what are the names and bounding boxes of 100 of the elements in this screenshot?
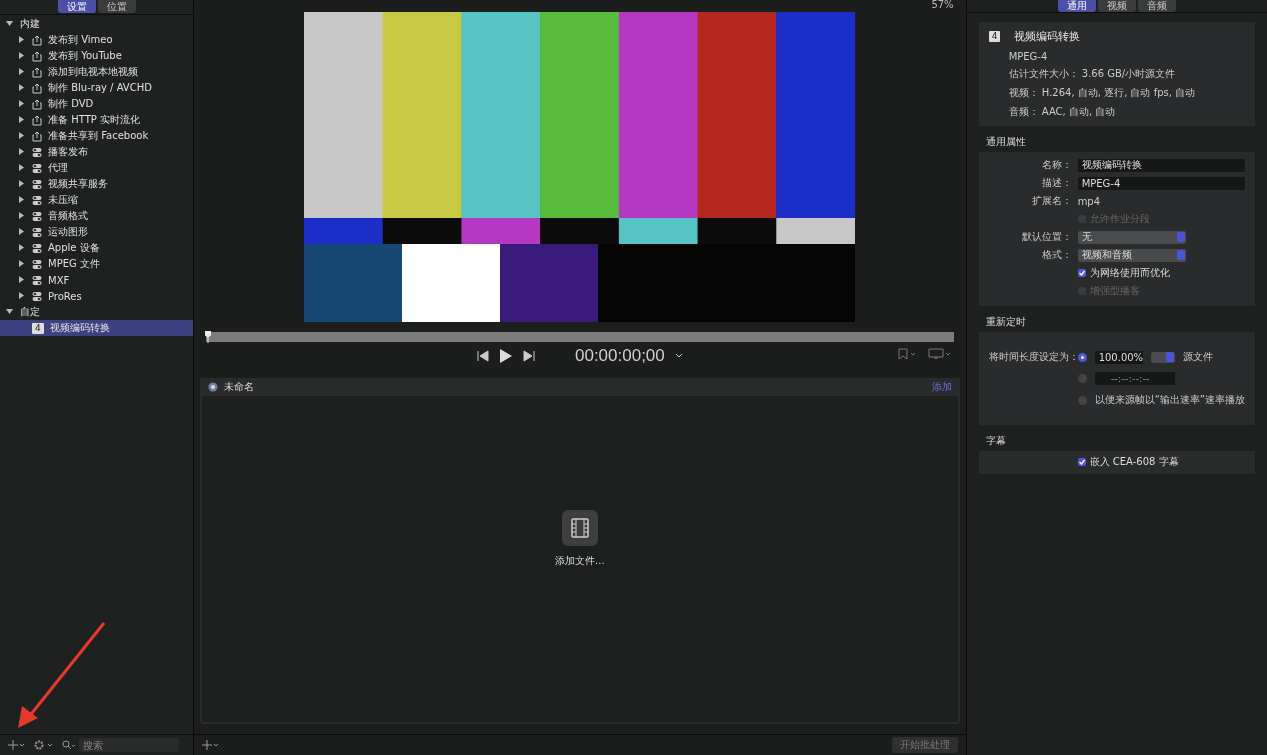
- preset-badge: 4: [32, 322, 44, 334]
- radio-button[interactable]: [1077, 352, 1087, 362]
- expanded-triangle-icon[interactable]: [6, 307, 13, 315]
- popup-menu[interactable]: 视频和音频: [1077, 248, 1186, 262]
- collapsed-triangle-icon[interactable]: [18, 67, 25, 75]
- preset-row[interactable]: 运动图形: [0, 224, 194, 240]
- preset-row[interactable]: 添加到电视本地视频: [0, 64, 194, 80]
- preset-row[interactable]: Apple 设备: [0, 240, 194, 256]
- preset-label: 代理: [48, 161, 68, 175]
- group-label[interactable]: 内建: [20, 17, 40, 31]
- checkbox-option[interactable]: 嵌入 CEA-608 字幕: [1077, 455, 1245, 469]
- preset-row[interactable]: 发布到 YouTube: [0, 48, 194, 64]
- stepper[interactable]: [1150, 351, 1175, 363]
- collapsed-triangle-icon[interactable]: [18, 259, 25, 267]
- preset-label: 发布到 Vimeo: [48, 33, 113, 47]
- preset-label: 发布到 YouTube: [48, 49, 122, 63]
- zoom-level[interactable]: 57%: [931, 0, 954, 10]
- toggle-stack-icon: [32, 274, 42, 286]
- collapsed-triangle-icon[interactable]: [18, 211, 25, 219]
- add-link[interactable]: 添加: [931, 380, 952, 394]
- section-title: 字幕: [984, 434, 1007, 448]
- group-label[interactable]: 自定: [20, 305, 40, 319]
- preset-label: 添加到电视本地视频: [48, 65, 138, 79]
- toggle-stack-icon: [32, 178, 42, 190]
- collapsed-triangle-icon[interactable]: [18, 83, 25, 91]
- collapsed-triangle-icon[interactable]: [18, 195, 25, 203]
- collapsed-triangle-icon[interactable]: [18, 99, 25, 107]
- section-title: 重新定时: [984, 315, 1027, 329]
- collapsed-triangle-icon[interactable]: [18, 243, 25, 251]
- collapsed-triangle-icon[interactable]: [18, 291, 25, 299]
- collapsed-triangle-icon[interactable]: [18, 131, 25, 139]
- share-icon: [32, 66, 42, 78]
- suffix-text: 源文件: [1182, 350, 1213, 364]
- collapsed-triangle-icon[interactable]: [18, 115, 25, 123]
- text-field[interactable]: MPEG-4: [1077, 176, 1245, 190]
- toggle-stack-icon: [32, 226, 42, 238]
- checkbox-option[interactable]: 为网络使用而优化: [1077, 266, 1245, 280]
- preset-row[interactable]: MXF: [0, 272, 194, 288]
- inspector-tab[interactable]: 通用: [1057, 0, 1096, 12]
- radio-label: 以便来源帧以“输出速率”速率播放: [1094, 393, 1245, 407]
- inspector-tab[interactable]: 音频: [1137, 0, 1176, 12]
- collapsed-triangle-icon[interactable]: [18, 51, 25, 59]
- toggle-stack-icon: [32, 194, 42, 206]
- field-value: mp4: [1077, 195, 1102, 207]
- format-text: MPEG-4: [1008, 51, 1049, 62]
- preset-row[interactable]: 发布到 Vimeo: [0, 32, 194, 48]
- preset-label: 未压缩: [48, 193, 78, 207]
- percent-field[interactable]: 100.00%: [1094, 350, 1143, 364]
- collapsed-triangle-icon[interactable]: [18, 163, 25, 171]
- sidebar-tab[interactable]: 位置: [97, 0, 136, 13]
- radio-button[interactable]: [1077, 395, 1087, 405]
- share-icon: [32, 130, 42, 142]
- radio-button[interactable]: [1077, 374, 1087, 383]
- preset-row[interactable]: 制作 DVD: [0, 96, 194, 112]
- add-menu-icon: [8, 740, 26, 750]
- collapsed-triangle-icon[interactable]: [18, 179, 25, 187]
- preset-row[interactable]: 4 视频编码转换: [0, 320, 194, 336]
- toggle-stack-icon: [32, 146, 42, 158]
- preset-row[interactable]: 准备共享到 Facebook: [0, 128, 194, 144]
- playhead[interactable]: [205, 331, 212, 343]
- share-icon: [32, 50, 42, 62]
- batch-title: 未命名: [224, 380, 256, 394]
- timecode-field[interactable]: --:--:--:--: [1094, 372, 1175, 385]
- collapsed-triangle-icon[interactable]: [18, 147, 25, 155]
- preset-label: 视频共享服务: [48, 177, 108, 191]
- text-field[interactable]: 视频编码转换: [1077, 158, 1245, 172]
- collapsed-triangle-icon[interactable]: [18, 35, 25, 43]
- preset-label: 播客发布: [48, 145, 88, 159]
- preset-row[interactable]: 播客发布: [0, 144, 194, 160]
- preset-row[interactable]: 准备 HTTP 实时流化: [0, 112, 194, 128]
- inspector-tab[interactable]: 视频: [1097, 0, 1136, 12]
- preset-row[interactable]: 未压缩: [0, 192, 194, 208]
- add-menu-icon: [202, 740, 221, 750]
- preset-row[interactable]: MPEG 文件: [0, 256, 194, 272]
- collapsed-triangle-icon[interactable]: [18, 227, 25, 235]
- preset-row[interactable]: 音频格式: [0, 208, 194, 224]
- expanded-triangle-icon[interactable]: [6, 19, 13, 27]
- previous-icon: [476, 350, 489, 362]
- search-field[interactable]: 搜索: [79, 738, 179, 752]
- preset-name: 视频编码转换: [1014, 29, 1081, 44]
- preset-label: 视频编码转换: [49, 321, 110, 335]
- preset-row[interactable]: 制作 Blu-ray / AVCHD: [0, 80, 194, 96]
- popup-menu[interactable]: 无: [1077, 230, 1186, 244]
- checkbox[interactable]: [1077, 458, 1086, 466]
- section-title: 通用属性: [984, 135, 1027, 149]
- checkbox[interactable]: [1077, 269, 1086, 277]
- preset-row[interactable]: 视频共享服务: [0, 176, 194, 192]
- share-icon: [32, 34, 42, 46]
- share-icon: [32, 98, 42, 110]
- scrubber-track[interactable]: [206, 332, 954, 342]
- share-icon: [32, 114, 42, 126]
- preset-row[interactable]: ProRes: [0, 288, 194, 304]
- preset-label: Apple 设备: [48, 241, 100, 255]
- sidebar-tab[interactable]: 设置: [57, 0, 96, 13]
- add-file-button[interactable]: [561, 510, 598, 546]
- preset-row[interactable]: 代理: [0, 160, 194, 176]
- collapsed-triangle-icon[interactable]: [18, 275, 25, 283]
- bookmark-icon: [897, 348, 918, 360]
- preset-label: 准备共享到 Facebook: [48, 129, 149, 143]
- toggle-stack-icon: [32, 210, 42, 222]
